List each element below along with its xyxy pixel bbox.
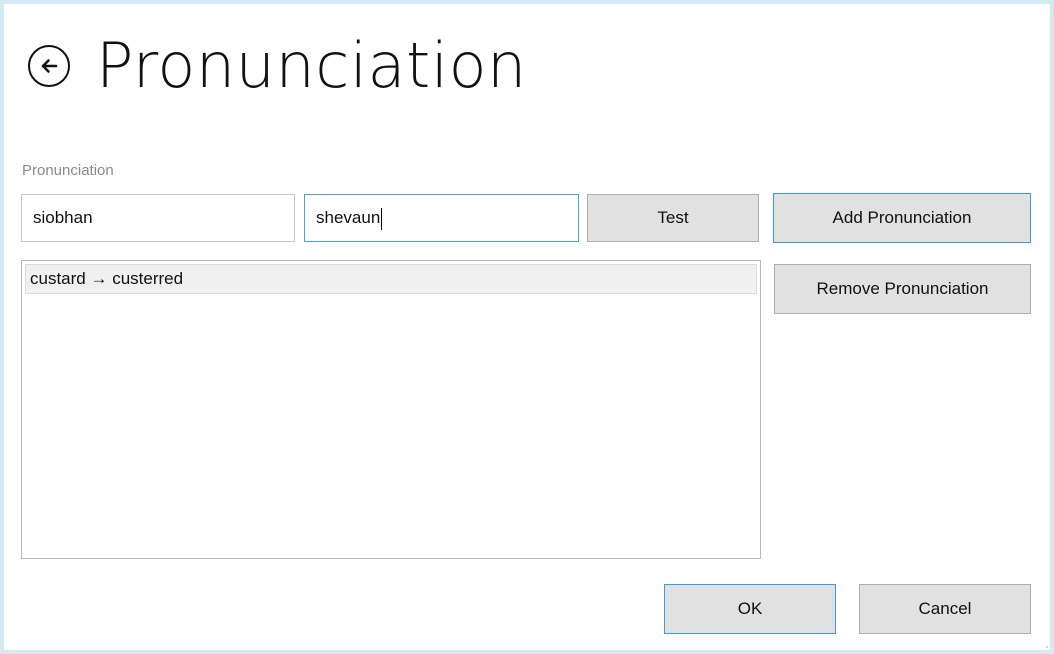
back-arrow-icon (41, 59, 58, 73)
back-button[interactable] (28, 45, 70, 87)
test-button[interactable]: Test (587, 194, 759, 242)
header: Pronunciation (28, 26, 527, 106)
cancel-button[interactable]: Cancel (859, 584, 1031, 634)
word-input-value: siobhan (33, 208, 93, 227)
pronunciation-input-value: shevaun (316, 208, 381, 227)
word-input[interactable]: siobhan (21, 194, 295, 242)
list-item[interactable]: custard → custerred (25, 264, 757, 294)
pronunciation-list[interactable]: custard → custerred (21, 260, 761, 559)
page-title: Pronunciation (96, 29, 527, 102)
ok-button[interactable]: OK (664, 584, 836, 634)
pronunciation-input[interactable]: shevaun (304, 194, 579, 242)
pronunciation-label: Pronunciation (22, 162, 114, 179)
remove-pronunciation-button[interactable]: Remove Pronunciation (774, 264, 1031, 314)
pronunciation-dialog: Pronunciation Pronunciation siobhan shev… (4, 4, 1050, 650)
add-pronunciation-button[interactable]: Add Pronunciation (773, 193, 1031, 243)
text-caret (381, 207, 383, 230)
resize-grip-icon[interactable] (1042, 642, 1048, 648)
